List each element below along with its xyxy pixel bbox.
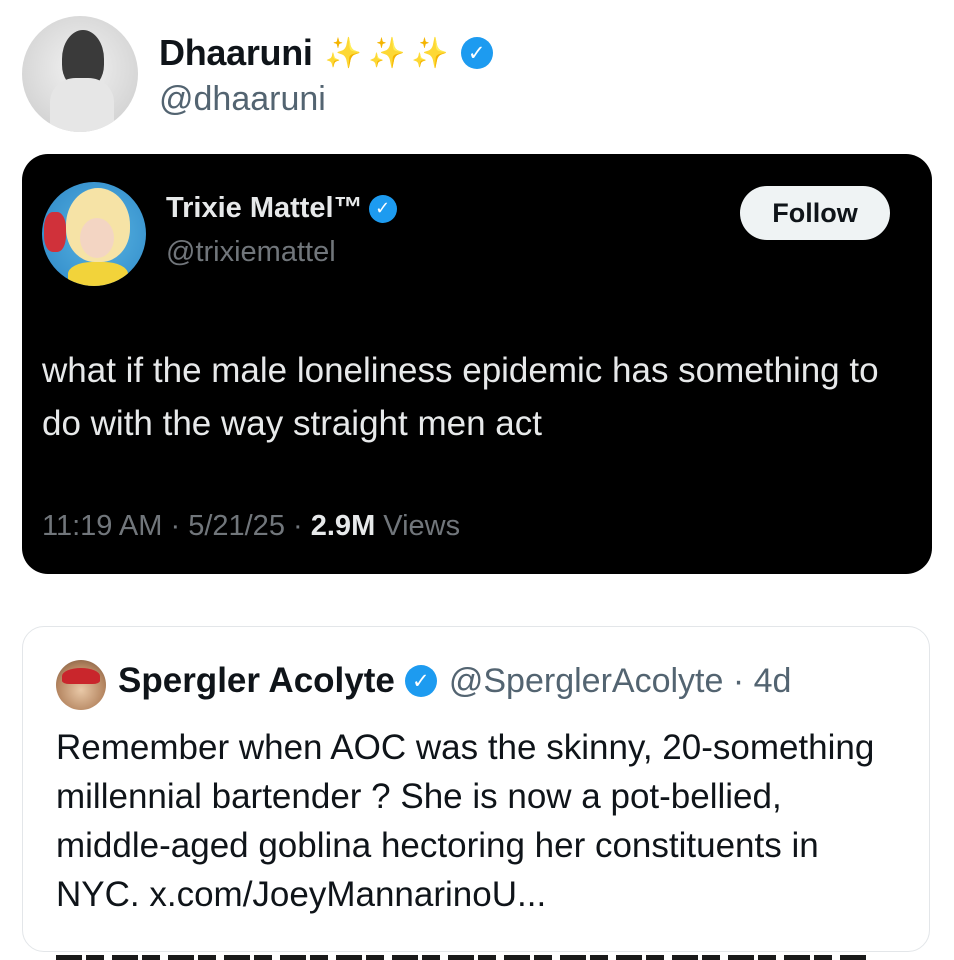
avatar-detail (44, 212, 66, 252)
avatar-detail (62, 668, 100, 684)
avatar-detail (80, 218, 114, 258)
embedded-author-avatar[interactable] (42, 182, 146, 286)
follow-button[interactable]: Follow (740, 186, 890, 240)
quoted-author-avatar[interactable] (56, 660, 106, 710)
cut-off-text-line (56, 955, 866, 960)
quoted-author-row: Spergler Acolyte ✓ @SperglerAcolyte · 4d (118, 661, 791, 701)
quoted-author-handle-age[interactable]: @SperglerAcolyte · 4d (449, 662, 792, 701)
post-date[interactable]: 5/21/25 (188, 510, 285, 542)
verified-badge-icon: ✓ (460, 37, 493, 69)
author-name-row: Dhaaruni ✨✨✨ ✓ (159, 32, 493, 74)
author-display-name[interactable]: Dhaaruni (159, 32, 313, 74)
quoted-post-card[interactable]: Spergler Acolyte ✓ @SperglerAcolyte · 4d… (22, 626, 930, 952)
verified-badge-icon: ✓ (404, 665, 437, 697)
embedded-post-text: what if the male loneliness epidemic has… (42, 351, 879, 443)
embedded-author-handle[interactable]: @trixiemattel (166, 236, 336, 269)
verified-badge-icon: ✓ (368, 194, 397, 223)
quoted-author-name[interactable]: Spergler Acolyte (118, 661, 395, 701)
avatar-body-shape (50, 78, 114, 132)
embedded-post-card[interactable]: Trixie Mattel™ ✓ @trixiemattel Follow wh… (22, 154, 932, 574)
quoted-post-text: Remember when AOC was the skinny, 20-som… (56, 728, 875, 914)
meta-separator: · (293, 510, 303, 542)
embedded-author-name-row: Trixie Mattel™ ✓ (166, 192, 397, 225)
avatar-detail (68, 262, 128, 286)
views-count: 2.9M (310, 510, 376, 542)
avatar[interactable] (22, 16, 138, 132)
views-label: Views (383, 510, 461, 542)
embedded-author-name[interactable]: Trixie Mattel™ (166, 192, 363, 225)
meta-separator: · (170, 510, 181, 542)
tweet-header: Dhaaruni ✨✨✨ ✓ @dhaaruni (22, 14, 922, 134)
sparkles-icon: ✨✨✨ (324, 36, 455, 70)
embedded-post-meta: 11:19 AM · 5/21/25 · 2.9M Views (42, 510, 460, 543)
author-handle[interactable]: @dhaaruni (159, 80, 326, 119)
post-time[interactable]: 11:19 AM (42, 510, 162, 542)
